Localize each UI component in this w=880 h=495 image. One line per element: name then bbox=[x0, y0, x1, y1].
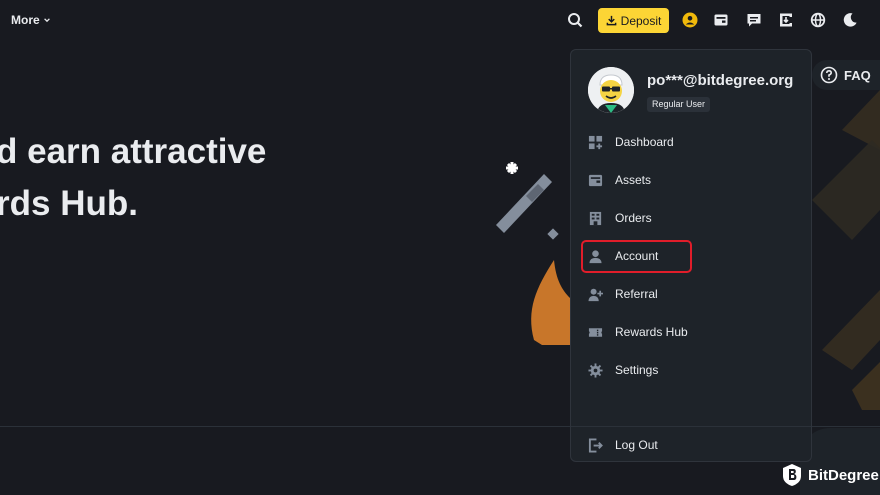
faq-button[interactable]: FAQ bbox=[812, 60, 880, 90]
more-label: More bbox=[11, 13, 40, 27]
download-icon bbox=[606, 15, 617, 26]
bitdegree-logo-icon bbox=[783, 464, 801, 486]
faq-label: FAQ bbox=[844, 67, 871, 83]
hero-heading-line-2: rds Hub. bbox=[0, 184, 138, 223]
menu-item-label: Referral bbox=[615, 287, 658, 301]
top-navigation-bar: More Deposit bbox=[0, 0, 880, 42]
more-menu-button[interactable]: More bbox=[11, 13, 51, 27]
profile-icon[interactable] bbox=[681, 11, 699, 29]
deposit-button[interactable]: Deposit bbox=[598, 8, 669, 33]
menu-item-rewards-hub[interactable]: Rewards Hub bbox=[587, 320, 797, 344]
menu-item-label: Rewards Hub bbox=[615, 325, 688, 339]
message-icon[interactable] bbox=[745, 11, 763, 29]
menu-item-assets[interactable]: Assets bbox=[587, 168, 797, 192]
account-dropdown-menu: po***@bitdegree.org Regular User Dashboa… bbox=[570, 49, 812, 462]
wallet-icon[interactable] bbox=[712, 11, 730, 29]
question-icon bbox=[820, 66, 838, 84]
globe-icon[interactable] bbox=[809, 11, 827, 29]
menu-divider bbox=[571, 426, 811, 427]
menu-item-dashboard[interactable]: Dashboard bbox=[587, 130, 797, 154]
hero-heading-line-1: d earn attractive bbox=[0, 132, 267, 171]
menu-item-label: Settings bbox=[615, 363, 659, 377]
rewards-illustration bbox=[496, 162, 570, 345]
orders-icon bbox=[587, 210, 603, 226]
wallet-icon bbox=[587, 172, 603, 188]
moon-icon[interactable] bbox=[841, 11, 859, 29]
bitdegree-watermark: BitDegree bbox=[782, 463, 879, 487]
logout-icon bbox=[587, 437, 603, 453]
search-icon[interactable] bbox=[566, 11, 584, 29]
logout-button[interactable]: Log Out bbox=[587, 433, 797, 457]
brand-name: BitDegree bbox=[808, 466, 879, 484]
menu-item-referral[interactable]: Referral bbox=[587, 282, 797, 306]
ticket-icon bbox=[587, 324, 603, 340]
menu-item-label: Orders bbox=[615, 211, 652, 225]
menu-item-orders[interactable]: Orders bbox=[587, 206, 797, 230]
chevron-down-icon bbox=[43, 18, 50, 23]
menu-item-label: Assets bbox=[615, 173, 652, 187]
account-highlight-box bbox=[581, 240, 692, 273]
logout-label: Log Out bbox=[615, 438, 658, 452]
gear-icon bbox=[587, 362, 603, 378]
download-app-icon[interactable] bbox=[777, 11, 795, 29]
avatar[interactable] bbox=[588, 67, 634, 113]
menu-item-label: Dashboard bbox=[615, 135, 674, 149]
deposit-label: Deposit bbox=[620, 13, 662, 28]
decorative-shapes bbox=[812, 90, 880, 410]
dashboard-icon bbox=[587, 134, 603, 150]
add-user-icon bbox=[587, 286, 603, 302]
user-email: po***@bitdegree.org bbox=[647, 72, 794, 89]
menu-item-settings[interactable]: Settings bbox=[587, 358, 797, 382]
user-level-badge: Regular User bbox=[647, 97, 711, 112]
